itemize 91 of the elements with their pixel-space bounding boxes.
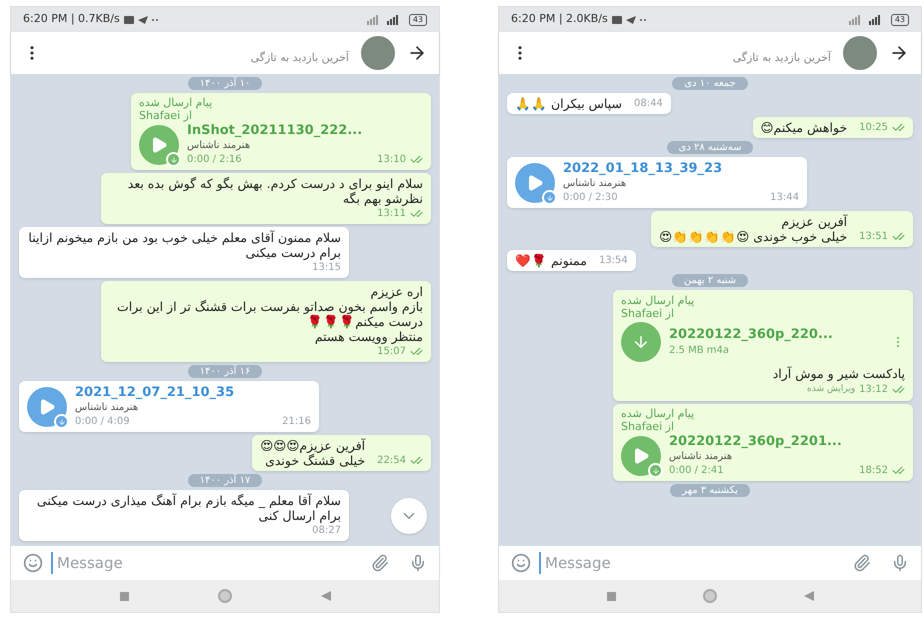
- message-text: سلام اینو برای د درست کردم. بهش بگو که گوش بده بعد نظرشو بهم بگه: [126, 176, 423, 206]
- audio-duration: 0:00 / 2:16: [187, 153, 242, 167]
- message-time: 13:15: [312, 261, 341, 275]
- message-time: 13:54: [598, 254, 628, 268]
- download-badge-icon: [648, 463, 663, 478]
- recents-icon[interactable]: [606, 592, 616, 600]
- forwarded-label: پیام ارسال شده: [139, 96, 212, 109]
- home-icon[interactable]: [702, 589, 716, 603]
- message-time: 18:52: [859, 464, 888, 478]
- date-badge: ۱۷ آذر ۱۴۰۰: [188, 474, 262, 487]
- play-button[interactable]: [621, 436, 661, 476]
- download-badge-icon: [166, 152, 181, 167]
- download-icon: [632, 333, 650, 351]
- audio-duration: 0:00 / 2:30: [563, 191, 618, 205]
- play-button[interactable]: [27, 387, 67, 427]
- emoji-icon[interactable]: [23, 553, 43, 573]
- last-seen-status: آخرین بازدید به تازگی: [732, 50, 831, 66]
- message-time: 13:12: [859, 383, 888, 397]
- forwarded-from: از Shafaei: [621, 420, 674, 433]
- recents-icon[interactable]: [120, 592, 128, 600]
- forwarded-label: پیام ارسال شده: [621, 294, 694, 307]
- edited-label: ویرایش شده: [807, 382, 856, 396]
- message-text: اره عزیزم بازم واسم بخون صداتو بفرست برات قشنگ تر از این برات درست میکنم🌹🌹🌹 منتظر وویست هستم: [116, 284, 423, 344]
- notification-icons: [124, 14, 158, 24]
- battery-icon: 43: [408, 14, 427, 26]
- audio-duration: 0:00 / 4:09: [75, 415, 130, 429]
- date-badge: ۱۶ آذر ۱۴۰۰: [188, 365, 262, 378]
- battery-icon: 43: [890, 14, 909, 26]
- message-text: ممنونم 🌹❤: [515, 253, 587, 268]
- message-time: 15:07: [377, 345, 406, 359]
- message-text: آفرین عزیزم خیلی خوب خوندی 😍👏👏👏👏😍: [659, 214, 848, 244]
- microphone-icon[interactable]: [891, 554, 909, 572]
- message-time: 21:16: [282, 415, 311, 429]
- audio-title: 2021_12_07_21_10_35: [75, 385, 234, 401]
- audio-duration: 0:00 / 2:41: [669, 464, 724, 478]
- play-icon: [38, 398, 56, 416]
- date-badge: یکشنبه ۳ مهر: [670, 484, 750, 497]
- status-time: 6:20 PM | 2.0KB/s: [511, 11, 608, 28]
- message-input[interactable]: Message: [539, 552, 845, 574]
- play-icon: [150, 136, 168, 154]
- back-icon[interactable]: [320, 591, 330, 601]
- play-button[interactable]: [515, 163, 555, 203]
- play-icon: [632, 447, 650, 465]
- date-badge: جمعه ۱۰ دی: [672, 77, 748, 90]
- back-icon[interactable]: [804, 591, 814, 601]
- date-badge: شنبه ۲ بهمن: [672, 274, 748, 287]
- message-time: 13:10: [377, 153, 406, 167]
- download-badge-icon: [542, 190, 557, 205]
- message-time: 13:51: [859, 230, 888, 244]
- message-time: 08:44: [634, 97, 663, 111]
- file-caption: پادکست شیر و موش آراد: [772, 366, 905, 382]
- message-time: 10:25: [859, 121, 888, 135]
- message-text: سلام ممنون آقای معلم خیلی خوب بود من بازم میخونم ازاینا برام درست میکنی: [27, 230, 341, 260]
- play-icon: [526, 174, 544, 192]
- audio-performer: هنرمند ناشناس: [75, 401, 138, 414]
- file-size: 2.5 MB m4a: [669, 344, 729, 358]
- message-time: 13:44: [770, 191, 799, 205]
- message-time: 13:11: [377, 207, 406, 221]
- notification-icons: [612, 14, 646, 24]
- message-text: آفرین عزیزم😍😍😍 خیلی قشنگ خوندی: [260, 438, 366, 468]
- forwarded-label: پیام ارسال شده: [621, 407, 694, 420]
- audio-performer: هنرمند ناشناس: [669, 450, 732, 463]
- download-badge-icon: [54, 414, 69, 429]
- emoji-icon[interactable]: [511, 553, 531, 573]
- microphone-icon[interactable]: [409, 554, 427, 572]
- home-icon[interactable]: [218, 589, 232, 603]
- file-title: 20220122_360p_220...: [669, 326, 833, 342]
- message-text: خواهش میکنم😊: [760, 120, 848, 135]
- play-button[interactable]: [139, 125, 179, 165]
- avatar: [843, 36, 877, 70]
- attach-icon[interactable]: [853, 554, 871, 572]
- date-badge: سه‌شنبه ۲۸ دی: [666, 141, 754, 154]
- attach-icon[interactable]: [371, 554, 389, 572]
- audio-performer: هنرمند ناشناس: [563, 177, 626, 190]
- audio-title: 20220122_360p_2201...: [669, 434, 842, 450]
- last-seen-status: آخرین بازدید به تازگی: [250, 50, 349, 66]
- message-input[interactable]: Message: [51, 552, 363, 574]
- audio-title: InShot_20211130_222...: [187, 123, 362, 139]
- forwarded-from: از Shafaei: [139, 109, 192, 122]
- message-time: 22:54: [377, 454, 406, 468]
- date-badge: ۱۰ آذر ۱۴۰۰: [188, 77, 262, 90]
- forwarded-from: از Shafaei: [621, 307, 674, 320]
- audio-title: 2022_01_18_13_39_23: [563, 161, 722, 177]
- scroll-down-button[interactable]: [391, 498, 427, 534]
- message-time: 08:27: [312, 524, 341, 538]
- download-button[interactable]: [621, 322, 661, 362]
- audio-performer: هنرمند ناشناس: [187, 139, 250, 152]
- avatar: [361, 36, 395, 70]
- status-time: 6:20 PM | 0.7KB/s: [23, 11, 120, 28]
- message-text: سلام آقا معلم _ میگه بازم برام آهنگ میذاری درست میکنی برام ارسال کنی: [36, 493, 341, 523]
- message-text: سپاس بیکران 🙏🙏: [515, 96, 622, 111]
